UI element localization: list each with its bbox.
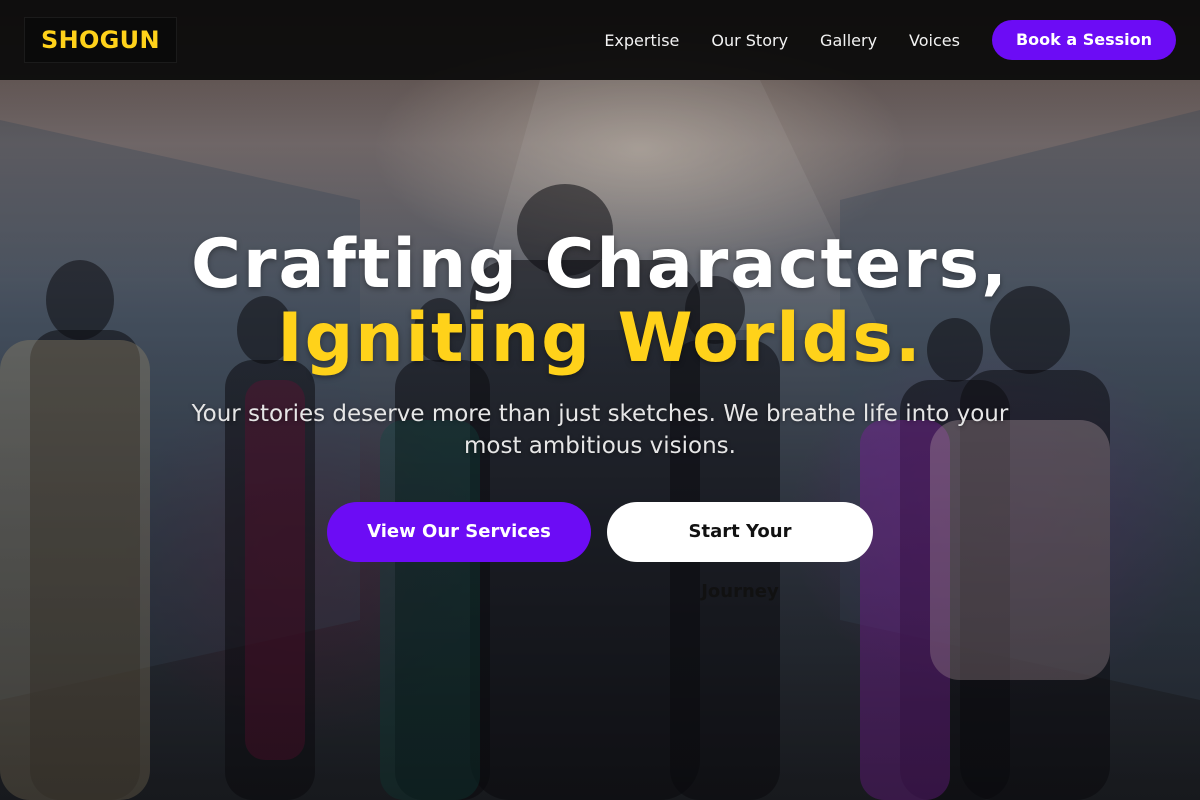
headline-line-1: Crafting Characters, <box>191 225 1009 304</box>
hero-actions: View Our Services Start Your Journey <box>0 502 1200 602</box>
start-journey-button[interactable]: Start Your Journey <box>607 502 873 602</box>
hero-content: Crafting Characters, Igniting Worlds. Yo… <box>0 228 1200 603</box>
nav-link-voices[interactable]: Voices <box>909 31 960 50</box>
view-services-button[interactable]: View Our Services <box>327 502 591 562</box>
top-navbar: SHOGUN Expertise Our Story Gallery Voice… <box>0 0 1200 80</box>
hero-subtext: Your stories deserve more than just sket… <box>191 401 1009 459</box>
brand-logo[interactable]: SHOGUN <box>24 17 177 63</box>
nav-link-gallery[interactable]: Gallery <box>820 31 877 50</box>
nav-links: Expertise Our Story Gallery Voices Book … <box>572 20 1176 60</box>
nav-link-our-story[interactable]: Our Story <box>711 31 788 50</box>
nav-link-expertise[interactable]: Expertise <box>604 31 679 50</box>
headline-line-2: Igniting Worlds. <box>277 299 923 378</box>
book-session-button[interactable]: Book a Session <box>991 20 1176 60</box>
hero-headline: Crafting Characters, Igniting Worlds. <box>0 228 1200 376</box>
landing-page: SHOGUN Expertise Our Story Gallery Voice… <box>0 0 1200 800</box>
